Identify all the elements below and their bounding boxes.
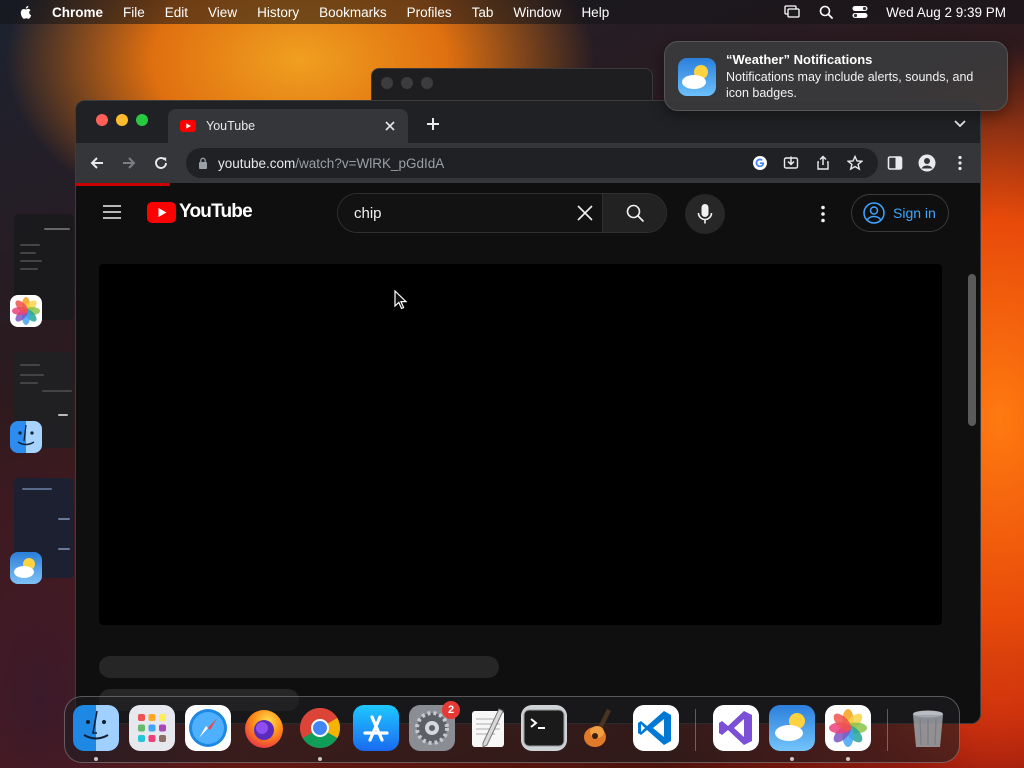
microphone-icon <box>697 204 713 224</box>
side-panel-icon[interactable] <box>886 154 904 172</box>
menu-history[interactable]: History <box>257 5 299 20</box>
weather-app-icon[interactable] <box>10 552 42 584</box>
sign-in-label: Sign in <box>893 205 936 221</box>
sign-in-button[interactable]: Sign in <box>851 194 949 232</box>
new-tab-icon[interactable] <box>422 113 444 135</box>
voice-search-button[interactable] <box>685 194 725 234</box>
search-button[interactable] <box>602 194 666 232</box>
screen-mirroring-icon[interactable] <box>784 4 800 20</box>
youtube-play-icon <box>147 201 176 223</box>
youtube-search-bar: chip <box>337 193 667 233</box>
traffic-light-icon <box>421 77 433 89</box>
address-bar[interactable]: youtube.com/watch?v=WlRK_pGdIdA <box>186 148 878 178</box>
search-icon <box>626 204 644 223</box>
menu-view[interactable]: View <box>208 5 237 20</box>
close-tab-icon[interactable] <box>382 118 398 134</box>
back-arrow-icon[interactable] <box>87 153 107 173</box>
install-app-icon[interactable] <box>783 155 799 171</box>
minimize-window-icon[interactable] <box>116 114 128 126</box>
profile-icon[interactable] <box>918 154 936 172</box>
dock-chrome-icon[interactable] <box>297 705 343 751</box>
tab-youtube[interactable]: YouTube <box>168 109 408 143</box>
settings-notification-badge: 2 <box>442 701 460 719</box>
dock-visual-studio-icon[interactable] <box>713 705 759 751</box>
menu-app-name[interactable]: Chrome <box>52 5 103 20</box>
bookmark-star-icon[interactable] <box>847 155 863 171</box>
menu-tab[interactable]: Tab <box>472 5 494 20</box>
dock-vscode-icon[interactable] <box>633 705 679 751</box>
menu-file[interactable]: File <box>123 5 145 20</box>
apple-menu-icon[interactable] <box>18 4 34 20</box>
video-player[interactable] <box>99 264 942 625</box>
tab-title: YouTube <box>206 119 256 133</box>
forward-arrow-icon[interactable] <box>119 153 139 173</box>
dock-textedit-icon[interactable] <box>465 705 511 751</box>
dock-trash-icon[interactable] <box>905 705 951 751</box>
browser-toolbar: youtube.com/watch?v=WlRK_pGdIdA <box>76 143 980 183</box>
zoom-window-icon[interactable] <box>136 114 148 126</box>
youtube-page: YouTube chip Sign in <box>76 186 980 723</box>
weather-notification[interactable]: “Weather” Notifications Notifications ma… <box>664 41 1008 111</box>
youtube-favicon-icon <box>180 120 196 132</box>
youtube-logo[interactable]: YouTube <box>147 201 253 223</box>
dock-launchpad-icon[interactable] <box>129 705 175 751</box>
menu-profiles[interactable]: Profiles <box>407 5 452 20</box>
finder-app-icon[interactable] <box>10 421 42 453</box>
chrome-menu-icon[interactable] <box>951 154 969 172</box>
search-input[interactable]: chip <box>338 194 602 232</box>
spotlight-search-icon[interactable] <box>818 4 834 20</box>
clear-search-icon[interactable] <box>574 202 596 224</box>
close-window-icon[interactable] <box>96 114 108 126</box>
mouse-pointer-icon <box>394 290 408 310</box>
menu-bar: Chrome File Edit View History Bookmarks … <box>0 0 1024 24</box>
dock-finder-icon[interactable] <box>73 705 119 751</box>
chrome-window: YouTube youtube.com/watch?v=WlRK_pGdIdA <box>75 100 981 724</box>
reload-icon[interactable] <box>151 153 171 173</box>
menu-help[interactable]: Help <box>581 5 609 20</box>
weather-app-icon <box>678 58 716 96</box>
dock: 2 <box>64 696 960 763</box>
youtube-wordmark: YouTube <box>179 201 253 222</box>
dock-safari-icon[interactable] <box>185 705 231 751</box>
menu-bar-clock[interactable]: Wed Aug 2 9:39 PM <box>886 5 1006 20</box>
page-scrollbar[interactable] <box>968 274 976 426</box>
notification-body: Notifications may include alerts, sounds… <box>726 70 974 100</box>
url-host: youtube.com <box>218 155 296 171</box>
traffic-light-icon <box>381 77 393 89</box>
traffic-light-icon <box>401 77 413 89</box>
account-circle-icon <box>863 202 885 224</box>
control-center-icon[interactable] <box>852 4 868 20</box>
google-lens-icon[interactable] <box>752 155 768 171</box>
share-icon[interactable] <box>815 155 831 171</box>
url-path: /watch?v=WlRK_pGdIdA <box>295 155 445 171</box>
menu-edit[interactable]: Edit <box>165 5 188 20</box>
url-text[interactable]: youtube.com/watch?v=WlRK_pGdIdA <box>218 156 444 171</box>
dock-separator <box>695 709 696 751</box>
photos-app-icon[interactable] <box>10 295 42 327</box>
dock-firefox-icon[interactable] <box>241 705 287 751</box>
lock-icon[interactable] <box>198 157 208 169</box>
dock-terminal-icon[interactable] <box>521 705 567 751</box>
dock-app-store-icon[interactable] <box>353 705 399 751</box>
menu-bookmarks[interactable]: Bookmarks <box>319 5 387 20</box>
tab-search-chevron-icon[interactable] <box>952 115 968 131</box>
dock-separator <box>887 709 888 751</box>
menu-window[interactable]: Window <box>513 5 561 20</box>
search-input-value: chip <box>354 204 382 222</box>
title-skeleton-placeholder <box>99 656 499 678</box>
settings-more-icon[interactable] <box>813 203 833 225</box>
notification-title: “Weather” Notifications <box>726 52 873 67</box>
dock-weather-icon[interactable] <box>769 705 815 751</box>
dock-garageband-icon[interactable] <box>577 705 623 751</box>
hamburger-menu-icon[interactable] <box>102 204 122 220</box>
dock-photos-icon[interactable] <box>825 705 871 751</box>
background-window[interactable] <box>371 68 653 102</box>
